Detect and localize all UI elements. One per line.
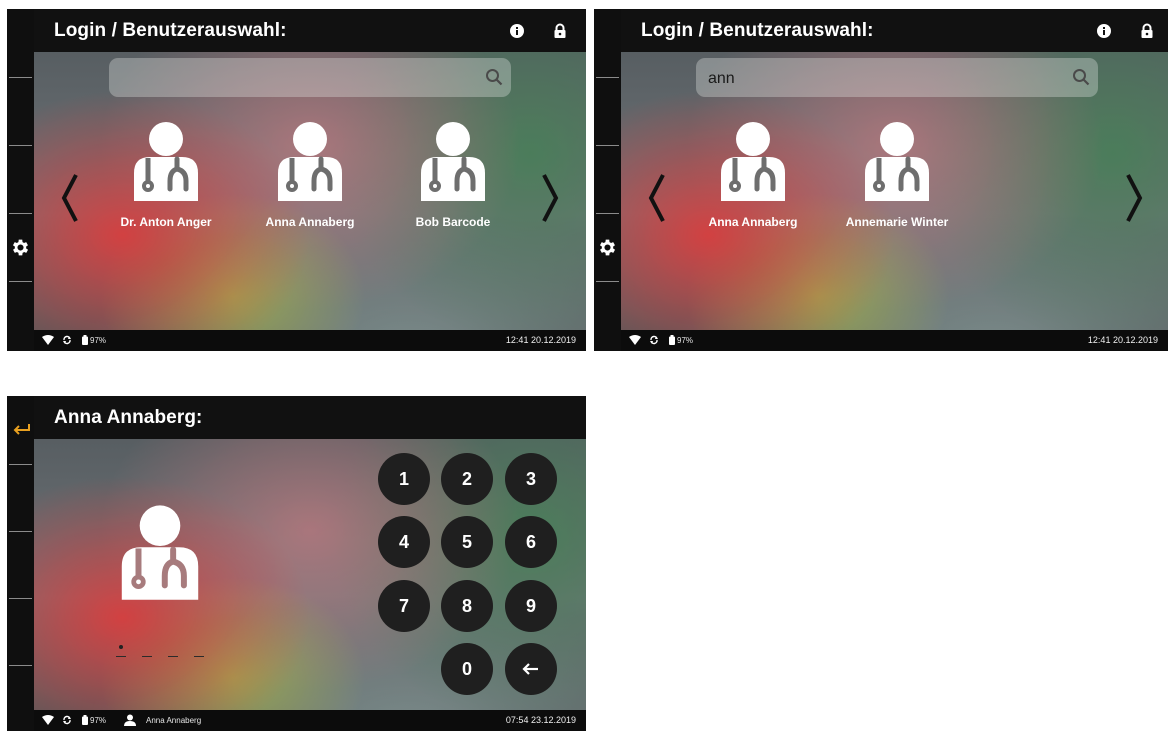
search-box[interactable]: [696, 58, 1098, 99]
side-divider: [596, 77, 619, 78]
page-title: Login / Benutzerauswahl:: [54, 20, 287, 41]
user-name: Annemarie Winter: [845, 215, 949, 229]
search-icon[interactable]: [1072, 68, 1090, 86]
side-rail: [594, 9, 621, 351]
pin-entered-dot: [119, 645, 123, 649]
side-divider: [9, 598, 32, 599]
keypad-key-3[interactable]: 3: [505, 453, 557, 505]
side-divider: [9, 281, 32, 282]
side-rail: [7, 396, 34, 731]
side-divider: [596, 145, 619, 146]
keypad-key-2[interactable]: 2: [441, 453, 493, 505]
user-icon: [124, 714, 136, 726]
chevron-right-icon[interactable]: [539, 172, 561, 224]
keypad-key-7[interactable]: 7: [378, 580, 430, 632]
main-area: Login / Benutzerauswahl:: [621, 9, 1168, 351]
status-datetime: 12:41 20.12.2019: [505, 335, 576, 345]
page-title: Login / Benutzerauswahl:: [641, 20, 874, 41]
keypad-key-0[interactable]: 0: [441, 643, 493, 695]
pin-slot: [168, 656, 178, 657]
info-icon[interactable]: [509, 23, 525, 39]
sync-icon: [63, 715, 71, 725]
search-input[interactable]: [706, 58, 1070, 99]
battery-level: 97%: [677, 336, 694, 345]
wifi-icon: [42, 715, 54, 725]
backspace-button[interactable]: [505, 643, 557, 695]
pin-indicator: [116, 642, 212, 662]
back-arrow-icon[interactable]: [11, 422, 31, 436]
doctor-icon: [134, 122, 198, 201]
status-datetime: 07:54 23.12.2019: [505, 715, 576, 725]
main-area: Anna Annaberg: 1 2 3 4 5 6 7 8 9 0 97% A…: [34, 396, 586, 731]
keypad-key-4[interactable]: 4: [378, 516, 430, 568]
pin-slot: [142, 656, 152, 657]
main-area: Login / Benutzerauswahl:: [34, 9, 586, 351]
user-name: Dr. Anton Anger: [120, 215, 212, 229]
status-bar: 97% Anna Annaberg 07:54 23.12.2019: [34, 710, 586, 731]
doctor-icon: [278, 122, 342, 201]
keypad-key-9[interactable]: 9: [505, 580, 557, 632]
chevron-left-icon[interactable]: [59, 172, 81, 224]
pin-slot: [116, 656, 126, 657]
login-screen-filtered: Login / Benutzerauswahl: ann Anna Annabe…: [594, 9, 1168, 351]
user-tile[interactable]: Dr. Anton Anger: [96, 121, 236, 229]
gear-icon[interactable]: [10, 237, 31, 258]
user-tile[interactable]: Annemarie Winter: [827, 121, 967, 229]
logged-user-name: Anna Annaberg: [146, 716, 202, 725]
keypad-key-8[interactable]: 8: [441, 580, 493, 632]
user-name: Anna Annaberg: [708, 215, 798, 229]
pin-entry-screen: Anna Annaberg: 1 2 3 4 5 6 7 8 9 0 97% A…: [7, 396, 586, 731]
sync-icon: [650, 335, 658, 345]
keypad-key-5[interactable]: 5: [441, 516, 493, 568]
status-bar: 97% 12:41 20.12.2019: [34, 330, 586, 351]
side-divider: [9, 665, 32, 666]
battery-icon: [82, 715, 88, 725]
side-divider: [9, 464, 32, 465]
side-divider: [9, 145, 32, 146]
side-rail: [7, 9, 34, 351]
chevron-right-icon[interactable]: [1123, 172, 1145, 224]
doctor-icon: [865, 122, 929, 201]
battery-icon: [669, 335, 675, 345]
user-name: Bob Barcode: [415, 215, 491, 229]
status-bar: 97% 12:41 20.12.2019: [621, 330, 1168, 351]
search-box[interactable]: [109, 58, 511, 99]
header-bar: Login / Benutzerauswahl:: [621, 9, 1168, 52]
backspace-icon: [522, 663, 538, 675]
login-screen-user-list: Login / Benutzerauswahl: Dr. Anton Anger…: [7, 9, 586, 351]
lock-icon[interactable]: [1139, 23, 1155, 39]
sync-icon: [63, 335, 71, 345]
wifi-icon: [629, 335, 641, 345]
side-divider: [596, 213, 619, 214]
pin-slot: [194, 656, 204, 657]
user-tile[interactable]: Anna Annaberg: [240, 121, 380, 229]
battery-level: 97%: [90, 336, 107, 345]
search-icon[interactable]: [485, 68, 503, 86]
side-divider: [9, 77, 32, 78]
gear-icon[interactable]: [597, 237, 618, 258]
battery-level: 97%: [90, 716, 107, 725]
search-input[interactable]: [119, 58, 483, 99]
doctor-icon: [421, 122, 485, 201]
keypad-key-1[interactable]: 1: [378, 453, 430, 505]
doctor-icon: [721, 122, 785, 201]
user-name: Anna Annaberg: [265, 215, 355, 229]
user-tile[interactable]: Bob Barcode: [383, 121, 523, 229]
side-divider: [9, 531, 32, 532]
info-icon[interactable]: [1096, 23, 1112, 39]
wifi-icon: [42, 335, 54, 345]
chevron-left-icon[interactable]: [646, 172, 668, 224]
header-bar: Anna Annaberg:: [34, 396, 586, 439]
status-datetime: 12:41 20.12.2019: [1087, 335, 1158, 345]
battery-icon: [82, 335, 88, 345]
header-bar: Login / Benutzerauswahl:: [34, 9, 586, 52]
user-tile[interactable]: Anna Annaberg: [683, 121, 823, 229]
side-divider: [596, 281, 619, 282]
doctor-icon: [121, 505, 199, 600]
side-divider: [9, 213, 32, 214]
page-title: Anna Annaberg:: [54, 407, 203, 428]
keypad-key-6[interactable]: 6: [505, 516, 557, 568]
lock-icon[interactable]: [552, 23, 568, 39]
